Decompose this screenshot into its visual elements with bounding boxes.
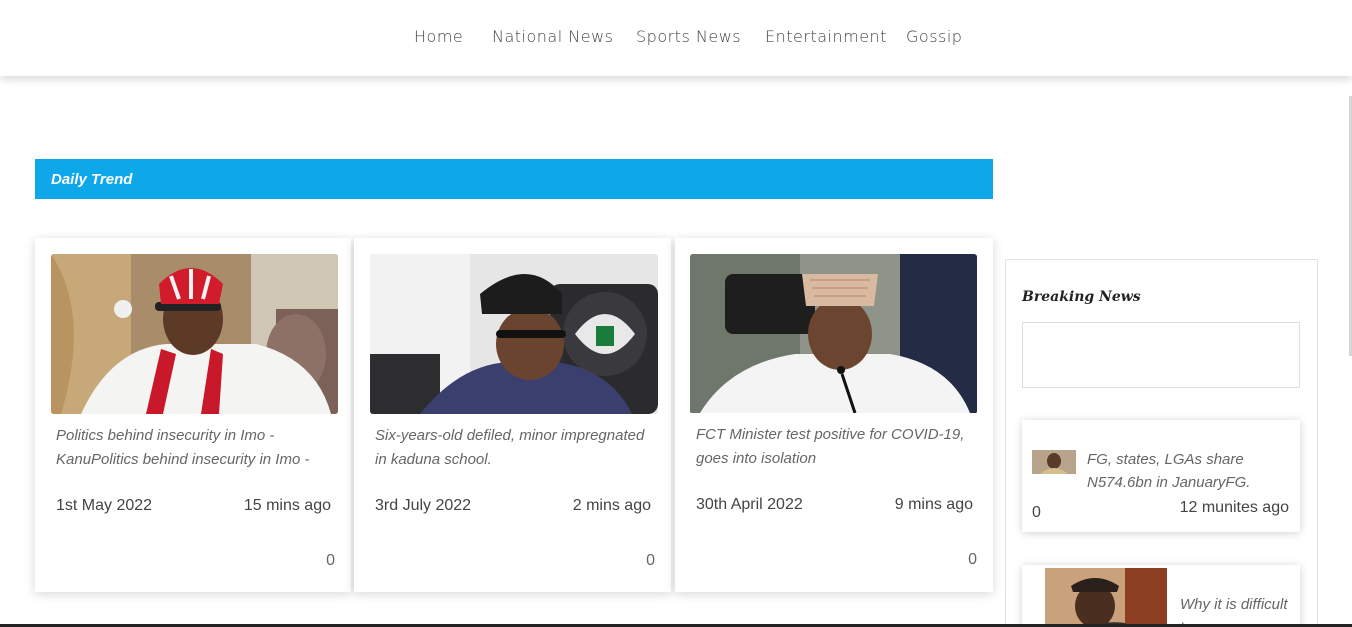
comment-count: 0: [326, 552, 335, 569]
breaking-news-thumbnail[interactable]: [1032, 450, 1076, 474]
news-card-date: 1st May 2022: [56, 497, 153, 514]
news-card-image[interactable]: [51, 254, 338, 414]
news-card-headline[interactable]: FCT Minister test positive for COVID-19,…: [696, 423, 971, 471]
news-card-time-ago: 9 mins ago: [894, 496, 973, 513]
news-card-headline[interactable]: Six-years-old defiled, minor impregnated…: [375, 424, 650, 472]
page: Home National News Sports News Entertain…: [0, 0, 1352, 627]
breaking-news-item[interactable]: FG, states, LGAs share N574.6bn in Janua…: [1022, 420, 1300, 532]
breaking-news-sidebar: Breaking News FG, states, LGAs share N57…: [1005, 259, 1318, 627]
top-navigation: Home National News Sports News Entertain…: [0, 0, 1352, 76]
news-card-image[interactable]: [370, 254, 658, 414]
news-card[interactable]: Six-years-old defiled, minor impregnated…: [354, 238, 671, 592]
news-card-time-ago: 2 mins ago: [572, 497, 651, 514]
sidebar-title: Breaking News: [1022, 289, 1141, 305]
news-card-date: 30th April 2022: [696, 496, 803, 513]
nav-item-gossip[interactable]: Gossip: [906, 27, 962, 46]
news-card-image[interactable]: [690, 254, 977, 414]
nav-item-entertainment[interactable]: Entertainment: [765, 27, 887, 46]
breaking-news-ticker: [1022, 322, 1300, 388]
news-card-headline[interactable]: Politics behind insecurity in Imo - Kanu…: [56, 424, 331, 472]
breaking-news-headline[interactable]: Why it is difficult t: [1180, 593, 1290, 627]
section-header-daily-trend: Daily Trend: [35, 159, 993, 199]
breaking-news-item[interactable]: Why it is difficult t: [1022, 565, 1300, 627]
nav-item-sports-news[interactable]: Sports News: [636, 27, 741, 46]
comment-count: 0: [646, 552, 655, 569]
nav-item-national-news[interactable]: National News: [492, 27, 614, 46]
section-title: Daily Trend: [51, 171, 133, 188]
news-card[interactable]: Politics behind insecurity in Imo - Kanu…: [35, 238, 351, 592]
news-card[interactable]: FCT Minister test positive for COVID-19,…: [675, 238, 993, 592]
breaking-news-time-ago: 12 munites ago: [1179, 499, 1289, 516]
breaking-news-headline[interactable]: FG, states, LGAs share N574.6bn in Janua…: [1087, 448, 1287, 494]
comment-count: 0: [968, 551, 977, 568]
news-card-date: 3rd July 2022: [375, 497, 472, 514]
breaking-news-thumbnail[interactable]: [1045, 568, 1167, 627]
nav-item-home[interactable]: Home: [414, 27, 463, 46]
comment-count: 0: [1032, 504, 1041, 521]
news-card-time-ago: 15 mins ago: [243, 497, 331, 514]
